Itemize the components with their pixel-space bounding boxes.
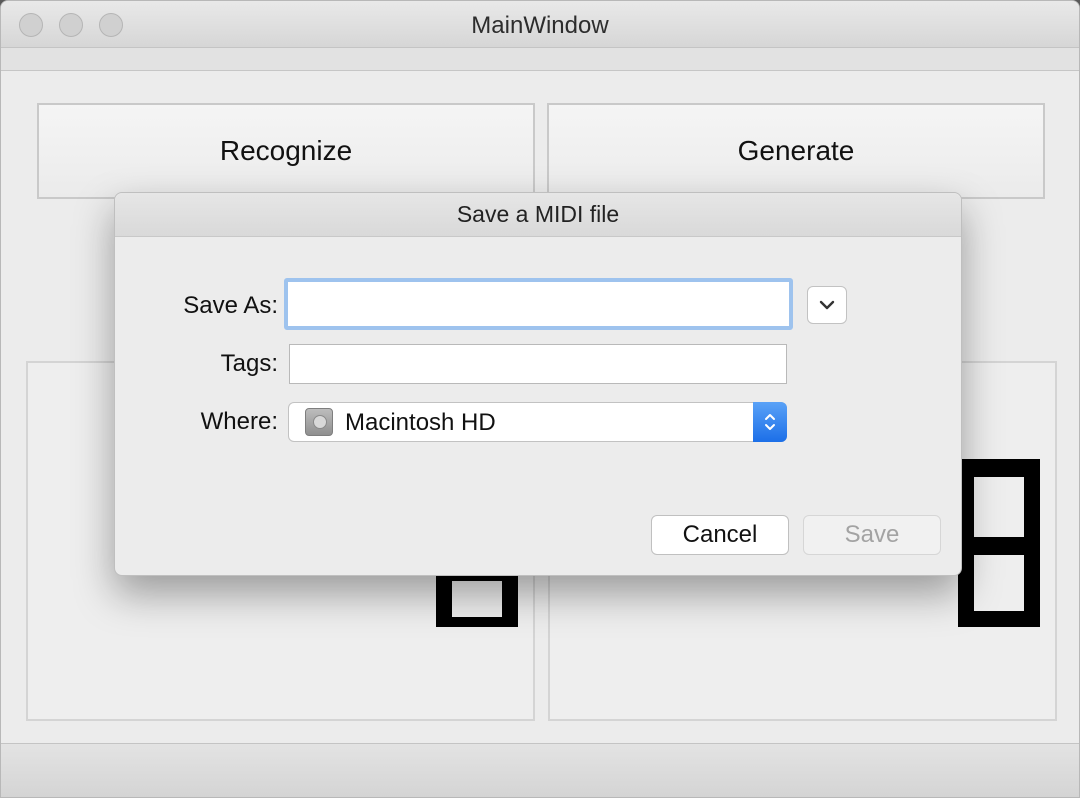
hard-drive-icon: [305, 408, 333, 436]
where-popup[interactable]: Macintosh HD: [288, 402, 787, 442]
status-bar: [1, 743, 1079, 797]
tags-input[interactable]: [290, 345, 786, 383]
cancel-button[interactable]: Cancel: [651, 515, 789, 555]
recognize-button[interactable]: Recognize: [37, 103, 535, 199]
tags-label: Tags:: [220, 350, 278, 377]
save-as-label: Save As:: [183, 292, 278, 319]
title-bar[interactable]: MainWindow: [1, 1, 1079, 48]
where-label: Where:: [200, 408, 278, 435]
popup-stepper-icon: [753, 402, 787, 442]
window-title: MainWindow: [471, 12, 609, 39]
save-as-field[interactable]: [284, 278, 793, 330]
expand-dialog-button[interactable]: [807, 286, 847, 324]
generate-button[interactable]: Generate: [547, 103, 1045, 199]
chevron-down-icon: [819, 300, 835, 310]
where-value: Macintosh HD: [345, 409, 496, 436]
tags-field[interactable]: [289, 344, 787, 384]
dialog-title: Save a MIDI file: [115, 193, 961, 237]
toolbar-area: [1, 48, 1079, 71]
save-button[interactable]: Save: [803, 515, 941, 555]
save-as-input[interactable]: [288, 282, 789, 326]
